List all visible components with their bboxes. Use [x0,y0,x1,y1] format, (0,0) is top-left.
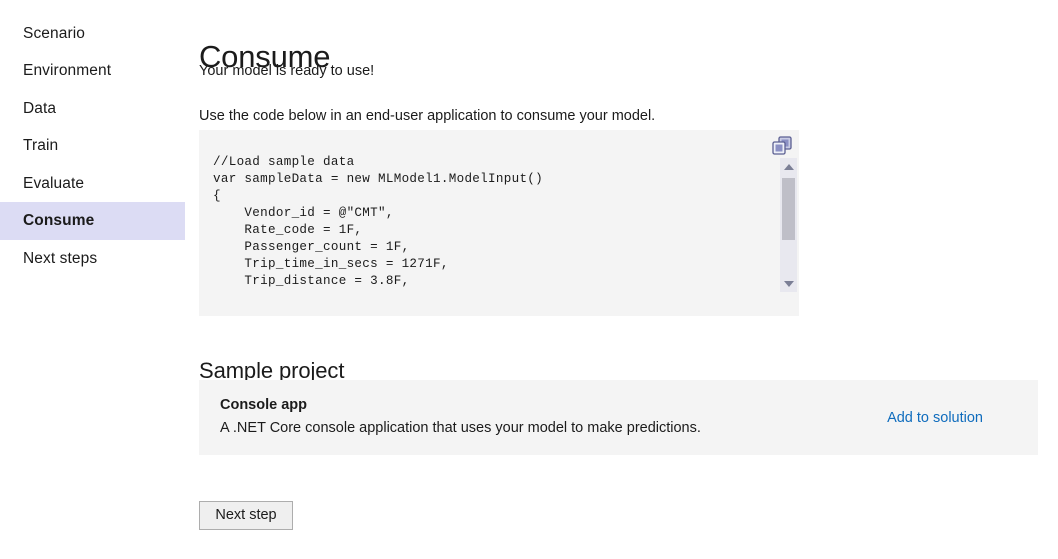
scroll-down-arrow-icon[interactable] [780,275,797,292]
sidebar-item-environment[interactable]: Environment [0,52,185,90]
sidebar-item-consume[interactable]: Consume [0,202,185,240]
code-vertical-scrollbar[interactable] [780,158,797,292]
sample-project-description: A .NET Core console application that use… [220,420,701,436]
sidebar-item-scenario[interactable]: Scenario [0,15,185,53]
page-subtitle: Your model is ready to use! [199,63,375,79]
sidebar-item-train[interactable]: Train [0,127,185,165]
sidebar-item-next-steps[interactable]: Next steps [0,240,185,278]
consume-page: Scenario Environment Data Train Evaluate… [0,0,1058,559]
sidebar-item-evaluate[interactable]: Evaluate [0,165,185,203]
next-step-button[interactable]: Next step [199,501,293,530]
sidebar-item-label: Scenario [23,25,85,42]
sidebar-item-label: Next steps [23,250,98,267]
sidebar-item-label: Consume [23,212,95,229]
main-content: Consume Your model is ready to use! Use … [199,0,1058,559]
sidebar-item-label: Evaluate [23,175,85,192]
wizard-step-sidebar: Scenario Environment Data Train Evaluate… [0,0,185,559]
scrollbar-thumb[interactable] [782,178,795,240]
sidebar-item-label: Train [23,137,59,154]
sidebar-item-data[interactable]: Data [0,90,185,128]
add-to-solution-link[interactable]: Add to solution [887,409,983,427]
code-snippet-text[interactable]: //Load sample data var sampleData = new … [213,154,543,290]
sample-project-card: Console app A .NET Core console applicat… [199,380,1038,455]
sidebar-item-label: Environment [23,62,112,79]
instruction-text: Use the code below in an end-user applic… [199,108,656,124]
sample-project-title: Console app [220,397,308,413]
scroll-up-arrow-icon[interactable] [780,158,797,175]
sidebar-item-label: Data [23,100,57,117]
copy-icon[interactable] [770,134,794,158]
code-snippet-panel: //Load sample data var sampleData = new … [199,130,799,316]
